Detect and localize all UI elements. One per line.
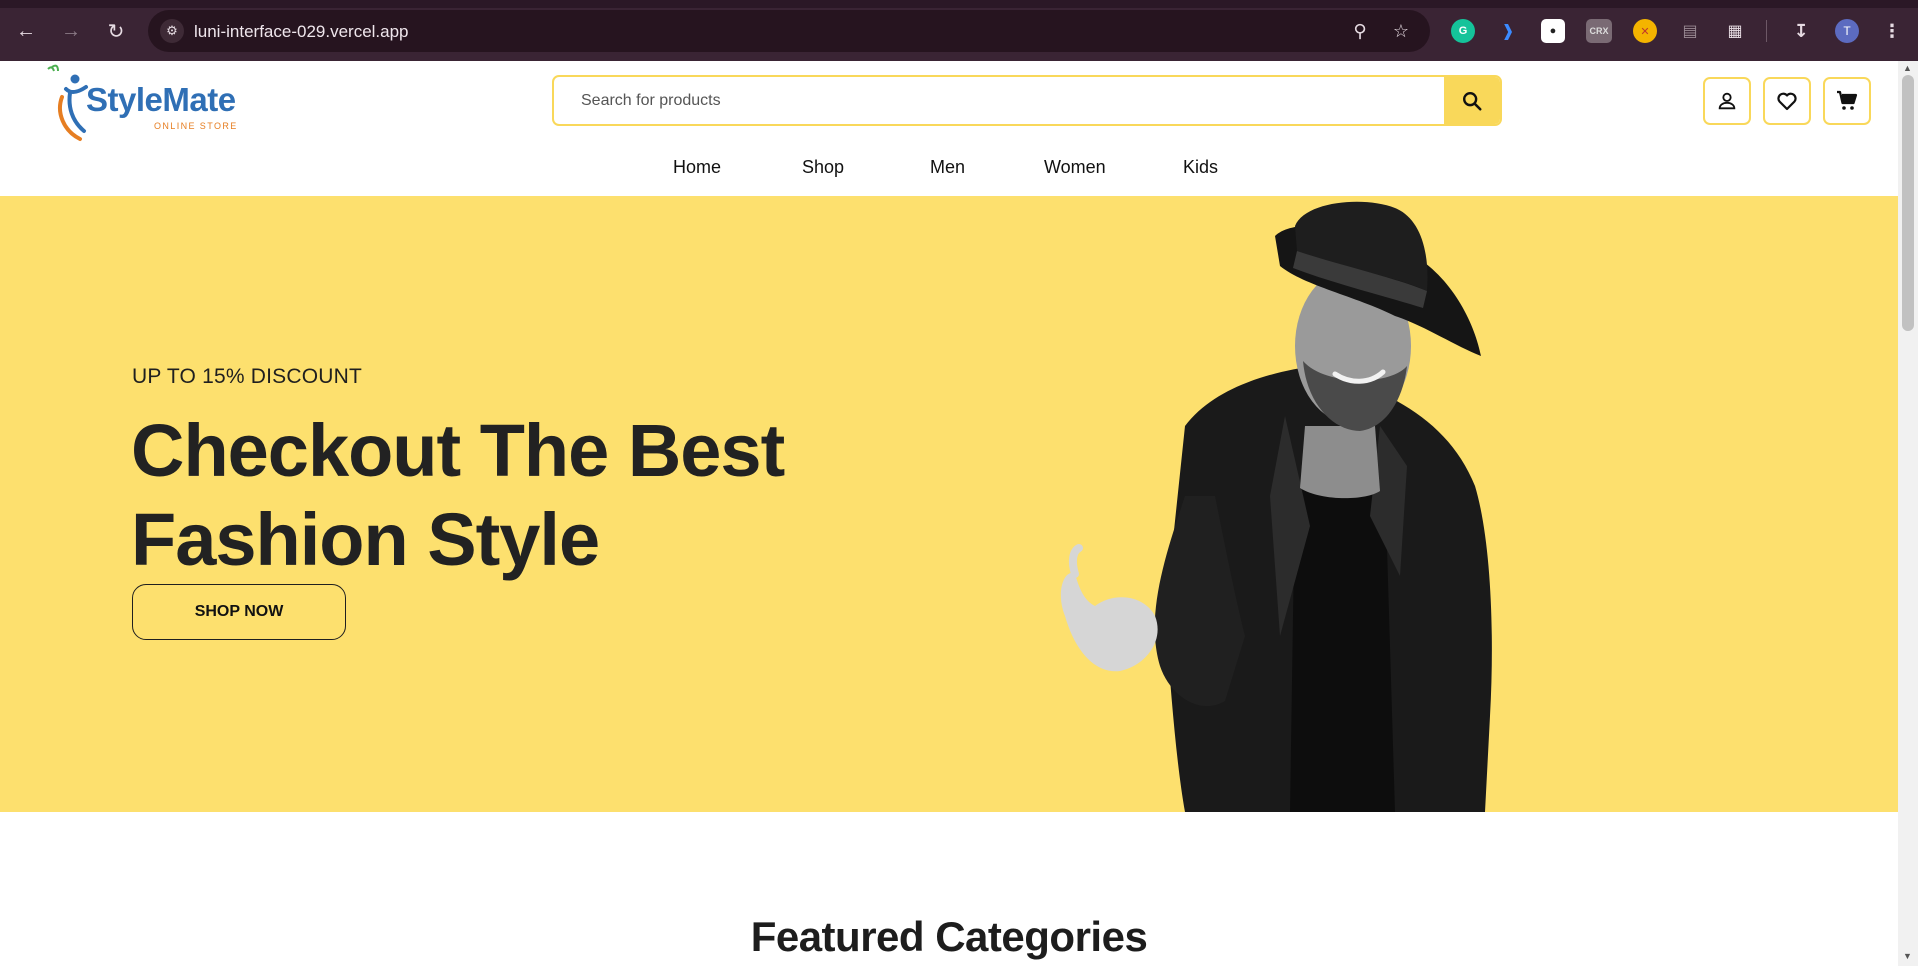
back-icon[interactable]: ←	[12, 17, 40, 45]
scroll-up-icon[interactable]: ▲	[1903, 63, 1912, 73]
wishlist-button[interactable]	[1763, 77, 1811, 125]
nav-kids[interactable]: Kids	[1183, 157, 1218, 178]
tab-icon[interactable]: ✕	[1633, 19, 1657, 43]
scroll-down-icon[interactable]: ▼	[1903, 951, 1912, 961]
hero-headline-line2: Fashion Style	[131, 498, 600, 581]
wishlist-icon	[1777, 92, 1797, 111]
site-info-icon[interactable]: ⚙	[160, 19, 184, 43]
mic-icon[interactable]: ●	[1541, 19, 1565, 43]
profile-avatar[interactable]: T	[1835, 19, 1859, 43]
hero-headline: Checkout The Best Fashion Style	[131, 406, 831, 584]
voice-icon[interactable]: ❱	[1496, 19, 1520, 43]
browser-toolbar: ← → ↻ ⚙ luni-interface-029.vercel.app ⚲ …	[0, 0, 1918, 61]
cart-button[interactable]	[1823, 77, 1871, 125]
nav-shop[interactable]: Shop	[802, 157, 844, 178]
url-text[interactable]: luni-interface-029.vercel.app	[194, 22, 409, 42]
logo[interactable]: StyleMate ONLINE STORE	[46, 63, 256, 143]
nav-home[interactable]: Home	[673, 157, 721, 178]
search-icon	[1463, 91, 1482, 111]
cart-icon	[1837, 90, 1858, 110]
search-button[interactable]	[1444, 77, 1500, 124]
account-icon	[1718, 92, 1736, 110]
account-button[interactable]	[1703, 77, 1751, 125]
scrollbar-thumb[interactable]	[1902, 75, 1914, 331]
hero-headline-line1: Checkout The Best	[131, 409, 785, 492]
hero-eyebrow: UP TO 15% DISCOUNT	[132, 365, 362, 388]
pages-icon[interactable]: ▤	[1678, 19, 1702, 43]
logo-tagline: ONLINE STORE	[154, 121, 238, 131]
forward-icon[interactable]: →	[57, 17, 85, 45]
logo-brand: StyleMate	[86, 81, 236, 118]
page-scrollbar[interactable]: ▲ ▼	[1898, 61, 1918, 966]
bookmark-star-icon[interactable]: ☆	[1389, 19, 1413, 43]
extensions-icon[interactable]: ▦	[1723, 19, 1747, 43]
crx-icon[interactable]: CRX	[1586, 19, 1612, 43]
page-viewport: StyleMate ONLINE STORE Home Shop	[0, 61, 1898, 966]
download-icon[interactable]: ↧	[1789, 19, 1813, 43]
featured-categories-title: Featured Categories	[750, 913, 1148, 960]
nav-women[interactable]: Women	[1044, 157, 1106, 178]
search-bar	[552, 75, 1502, 126]
search-input[interactable]	[554, 77, 1444, 124]
reload-icon[interactable]: ↻	[102, 17, 130, 45]
hero-banner: UP TO 15% DISCOUNT Checkout The Best Fas…	[0, 196, 1898, 812]
zoom-icon[interactable]: ⚲	[1348, 19, 1372, 43]
nav-men[interactable]: Men	[930, 157, 965, 178]
shop-now-button[interactable]: SHOP NOW	[132, 584, 346, 640]
hero-model-image	[1060, 201, 1492, 812]
address-bar[interactable]: ⚙ luni-interface-029.vercel.app ⚲ ☆	[148, 10, 1430, 52]
tab-strip	[0, 0, 1918, 8]
grammarly-icon[interactable]: G	[1451, 19, 1475, 43]
main-nav: Home Shop Men Women Kids	[0, 157, 1898, 193]
menu-kebab-icon[interactable]: ⋮	[1880, 19, 1904, 43]
toolbar-divider	[1766, 20, 1767, 42]
